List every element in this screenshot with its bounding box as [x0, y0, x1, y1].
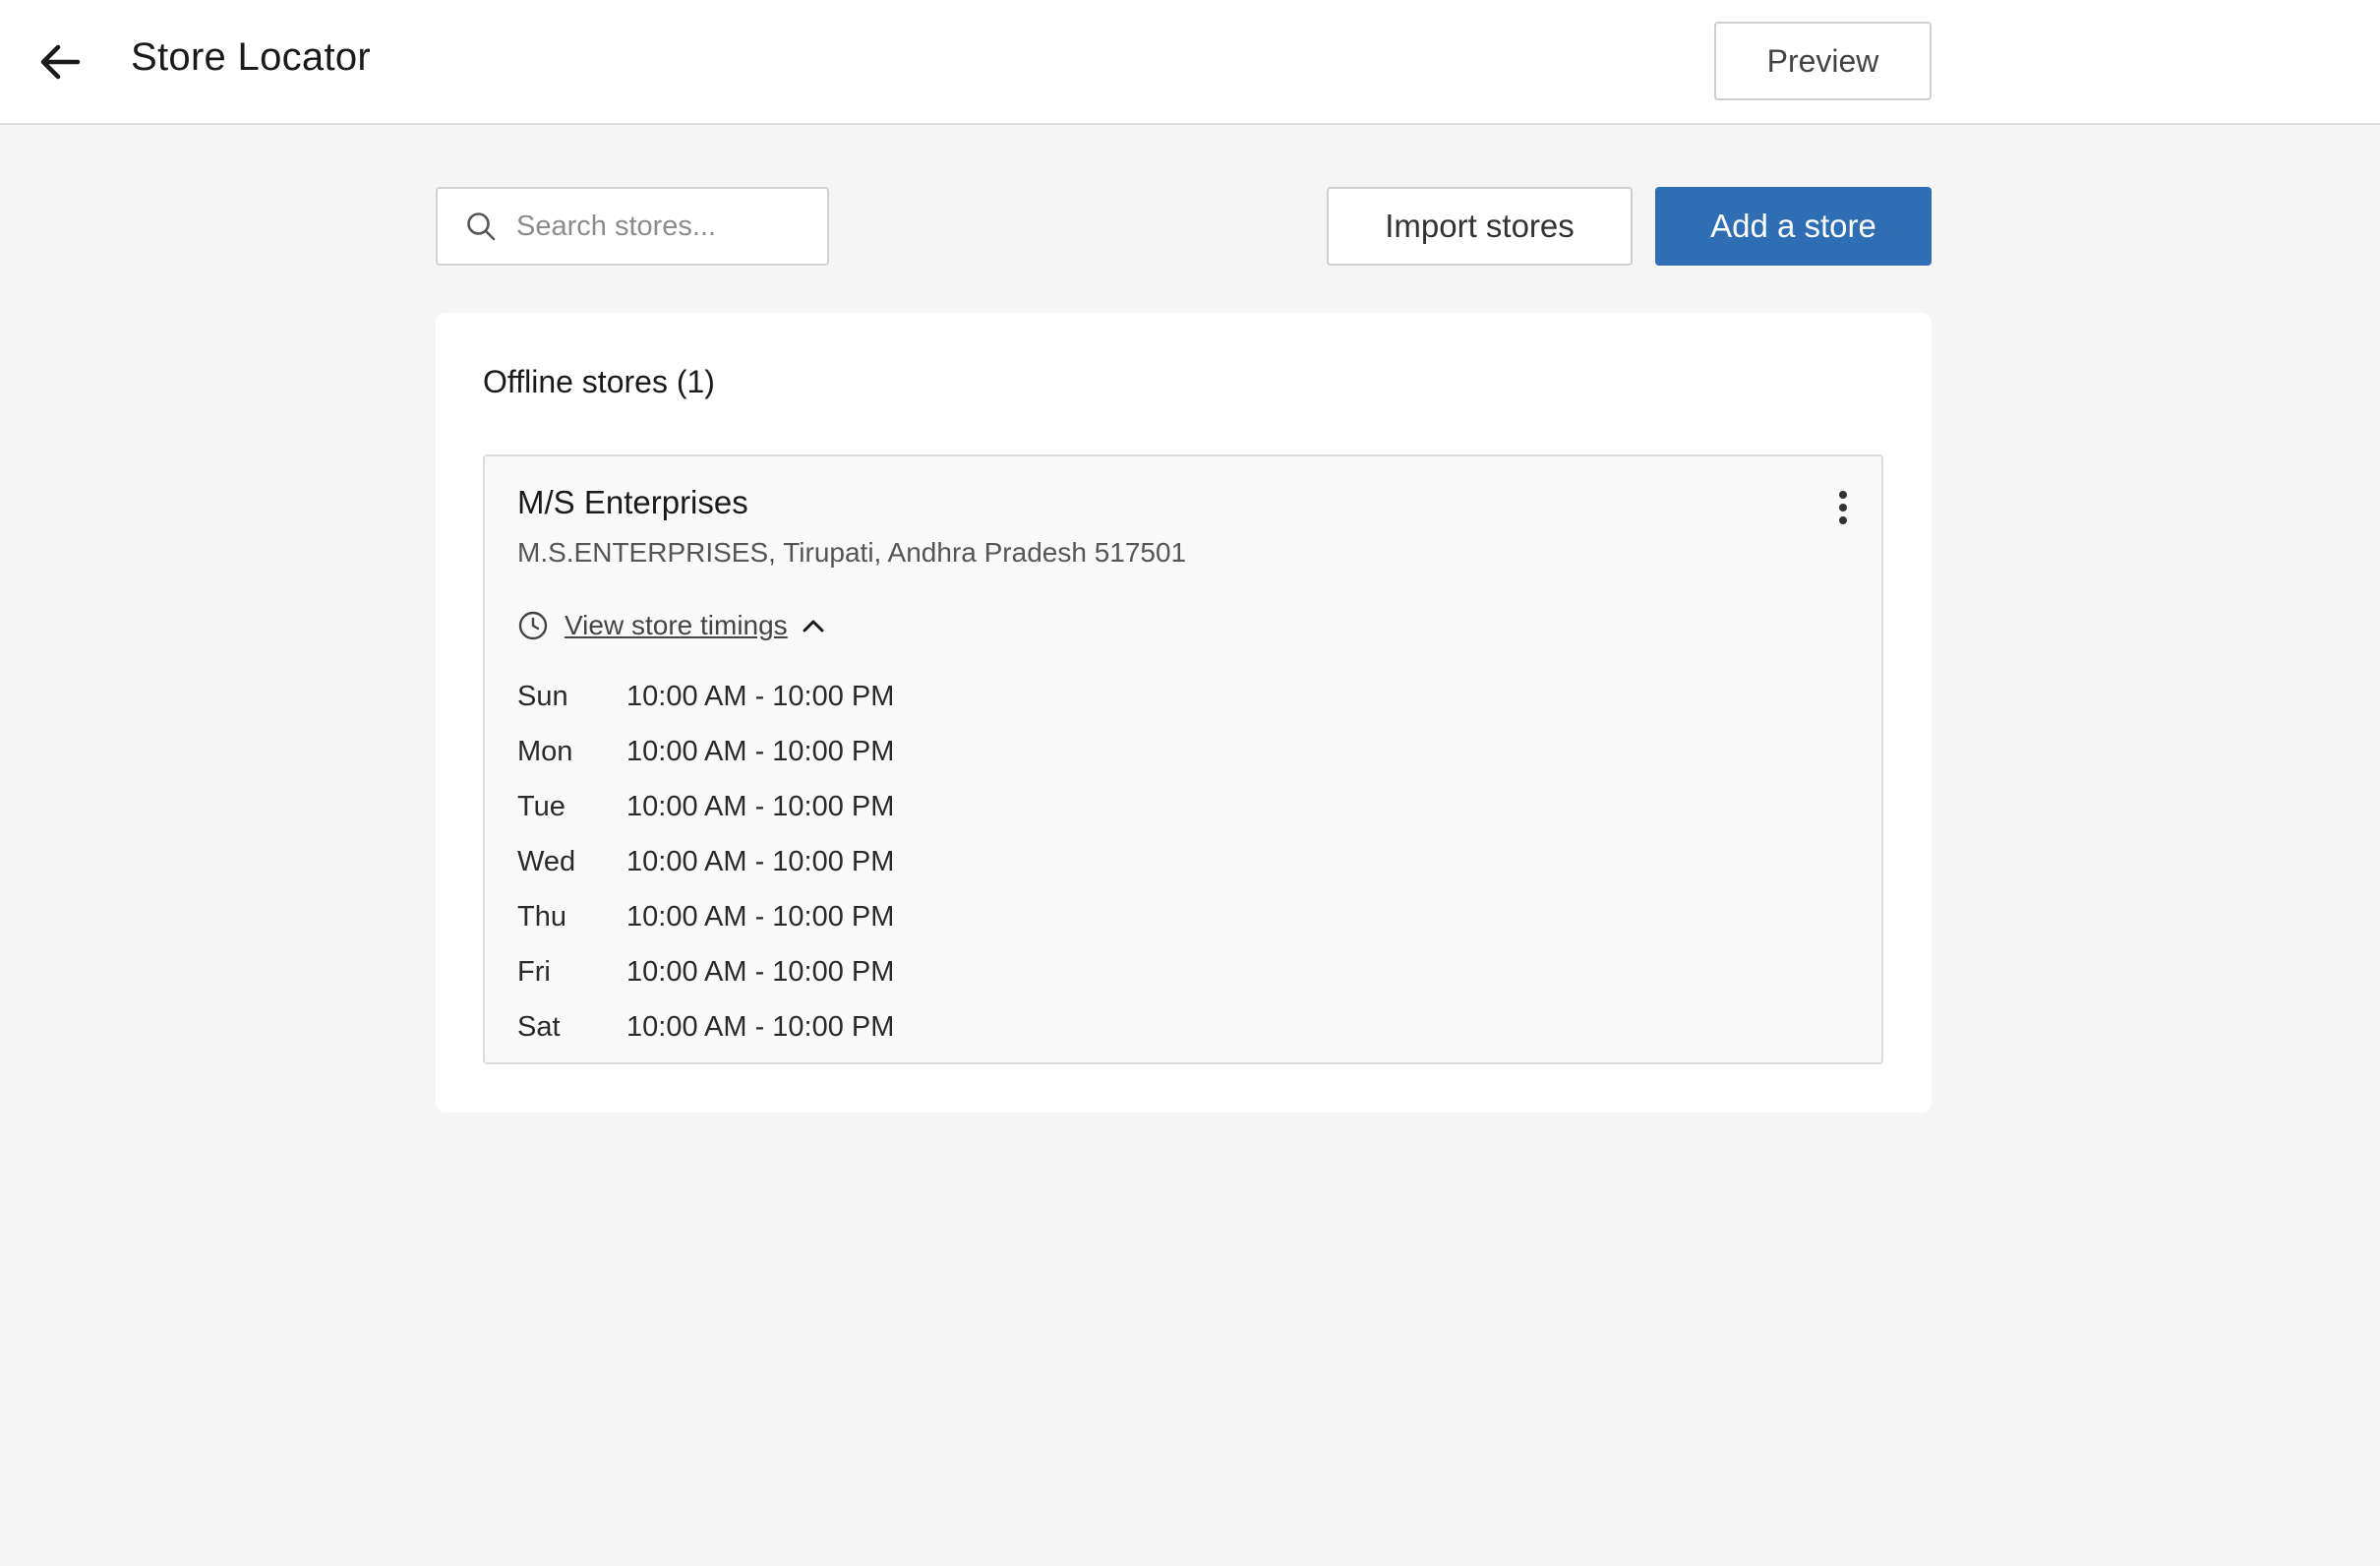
view-timings-toggle[interactable]: View store timings	[517, 606, 827, 645]
hours-row: Thu 10:00 AM - 10:00 PM	[517, 889, 894, 944]
hours-row: Sun 10:00 AM - 10:00 PM	[517, 669, 894, 724]
hours-time: 10:00 AM - 10:00 PM	[626, 790, 895, 822]
store-address: M.S.ENTERPRISES, Tirupati, Andhra Prades…	[517, 537, 1187, 568]
panel-title: Offline stores (1)	[483, 364, 715, 399]
hours-day: Wed	[517, 845, 576, 877]
hours-time: 10:00 AM - 10:00 PM	[626, 1010, 895, 1043]
store-hours-list: Sun 10:00 AM - 10:00 PM Mon 10:00 AM - 1…	[517, 669, 894, 1054]
page-title: Store Locator	[131, 35, 372, 79]
clock-icon	[518, 611, 548, 640]
store-name: M/S Enterprises	[517, 484, 748, 520]
search-box[interactable]	[436, 187, 829, 266]
preview-button[interactable]: Preview	[1714, 22, 1932, 100]
hours-day: Fri	[517, 955, 551, 988]
add-store-button[interactable]: Add a store	[1655, 187, 1932, 266]
hours-time: 10:00 AM - 10:00 PM	[626, 680, 895, 712]
hours-day: Thu	[517, 900, 566, 933]
search-icon	[467, 212, 496, 241]
store-card: M/S Enterprises M.S.ENTERPRISES, Tirupat…	[483, 454, 1883, 1064]
hours-row: Sat 10:00 AM - 10:00 PM	[517, 999, 894, 1054]
hours-day: Mon	[517, 735, 573, 767]
import-stores-button[interactable]: Import stores	[1327, 187, 1633, 266]
hours-time: 10:00 AM - 10:00 PM	[626, 735, 895, 767]
hours-time: 10:00 AM - 10:00 PM	[626, 845, 895, 877]
back-button[interactable]	[30, 31, 90, 92]
hours-time: 10:00 AM - 10:00 PM	[626, 900, 895, 933]
hours-day: Sun	[517, 680, 568, 712]
hours-row: Fri 10:00 AM - 10:00 PM	[517, 944, 894, 999]
arrow-left-icon	[40, 44, 81, 80]
view-timings-link[interactable]: View store timings	[565, 610, 788, 641]
stores-panel: Offline stores (1) M/S Enterprises M.S.E…	[436, 313, 1932, 1113]
hours-day: Tue	[517, 790, 565, 822]
hours-time: 10:00 AM - 10:00 PM	[626, 955, 895, 988]
hours-day: Sat	[517, 1010, 561, 1043]
chevron-up-icon[interactable]	[800, 612, 827, 639]
search-input[interactable]	[516, 210, 811, 243]
hours-row: Mon 10:00 AM - 10:00 PM	[517, 724, 894, 779]
more-vertical-icon[interactable]	[1828, 488, 1858, 527]
hours-row: Wed 10:00 AM - 10:00 PM	[517, 834, 894, 889]
hours-row: Tue 10:00 AM - 10:00 PM	[517, 779, 894, 834]
top-bar: Store Locator Preview	[0, 0, 2380, 125]
